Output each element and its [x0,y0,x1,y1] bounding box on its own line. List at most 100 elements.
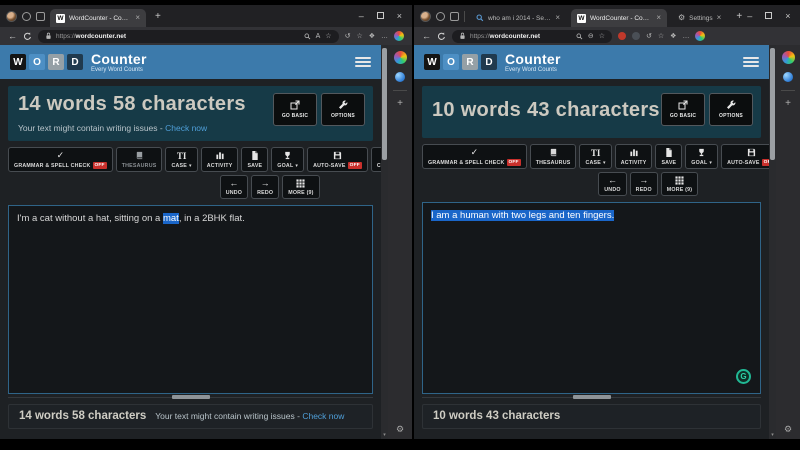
go-basic-button[interactable]: GO BASIC [661,93,705,126]
redo-button[interactable]: → REDO [251,175,279,199]
options-button[interactable]: OPTIONS [709,93,753,126]
menu-hamburger-icon[interactable] [355,57,371,67]
settings-menu-icon[interactable]: … [381,33,388,40]
text-editor[interactable]: I'm a cat without a hat, sitting on a ma… [8,205,373,394]
grammarly-icon[interactable]: G [736,369,751,384]
activity-button[interactable]: ACTIVITY [615,144,653,169]
close-tab-icon[interactable]: × [135,14,140,22]
activity-button[interactable]: ACTIVITY [201,147,239,172]
more-button[interactable]: MORE (9) [661,172,698,196]
sidebar-settings-gear-icon[interactable]: ⚙ [784,425,792,434]
save-button[interactable]: SAVE [241,147,268,172]
undo-button[interactable]: ← UNDO [598,172,626,196]
close-tab-icon[interactable]: × [656,14,661,22]
maximize-button[interactable] [377,12,384,21]
tab-actions-icon[interactable] [36,12,45,21]
goal-button[interactable]: GOAL▾ [685,144,718,169]
new-tab-button[interactable]: + [736,11,742,22]
options-button[interactable]: OPTIONS [321,93,365,126]
thesaurus-button[interactable]: THESAURUS [530,144,577,169]
check-now-link[interactable]: Check now [165,123,207,133]
back-icon[interactable]: ← [422,32,431,41]
favorite-star-icon[interactable]: ☆ [599,33,605,40]
site-logo[interactable]: Counter Every Word Counts [505,52,561,73]
goal-button[interactable]: GOAL▾ [271,147,304,172]
profile-avatar-icon[interactable] [6,11,17,22]
close-tab-icon[interactable]: × [555,14,560,22]
refresh-icon[interactable] [437,32,446,41]
page-scrollbar[interactable]: ▾ [769,45,776,439]
close-window-button[interactable]: × [397,12,402,21]
undo-button[interactable]: ← UNDO [220,175,248,199]
favorite-star-icon[interactable]: ☆ [325,33,331,40]
tab-search[interactable]: who am i 2014 - Search × [470,9,566,27]
tab-actions-icon[interactable] [450,12,459,21]
close-window-button[interactable]: × [785,12,790,21]
back-icon[interactable]: ← [8,32,17,41]
settings-menu-icon[interactable]: … [682,33,689,40]
thesaurus-button[interactable]: THESAURUS [116,147,163,172]
resize-handle[interactable] [573,395,611,399]
workspaces-icon[interactable] [22,12,31,21]
zoom-out-icon[interactable]: ⊖ [588,33,594,40]
favorites-icon[interactable]: ☆ [658,33,664,40]
extension-icon[interactable] [632,32,640,40]
menu-hamburger-icon[interactable] [743,57,759,67]
floppy-disk-icon [747,147,756,157]
minimize-button[interactable]: – [747,12,752,21]
page-scrollbar[interactable]: ▾ [381,45,388,439]
browser-essentials-icon[interactable]: ↺ [345,33,351,40]
new-tab-button[interactable]: + [155,11,161,22]
tab-wordcounter[interactable]: W WordCounter - Count Words & C × [50,9,146,27]
zoom-icon[interactable] [304,33,311,40]
grammar-spell-check-button[interactable]: ✓ GRAMMAR & SPELL CHECKOFF [422,144,527,169]
read-aloud-icon[interactable]: A [316,33,321,40]
go-basic-button[interactable]: GO BASIC [273,93,317,126]
profile-avatar-icon[interactable] [420,11,431,22]
scrollbar-thumb[interactable] [382,48,387,160]
redo-button[interactable]: → REDO [630,172,658,196]
browser-essentials-icon[interactable]: ↺ [646,33,652,40]
copilot-icon[interactable] [395,72,405,82]
minimize-button[interactable]: – [359,12,364,21]
address-bar[interactable]: https://wordcounter.net A ☆ [38,30,339,43]
more-button[interactable]: MORE (9) [282,175,319,199]
scrollbar-thumb[interactable] [770,48,775,160]
extension-adblock-icon[interactable] [618,32,626,40]
save-button[interactable]: SAVE [655,144,682,169]
zoom-icon[interactable] [576,33,583,40]
sidebar-settings-gear-icon[interactable]: ⚙ [396,425,404,434]
workspaces-icon[interactable] [436,12,445,21]
copilot-icon[interactable] [783,72,793,82]
favorites-icon[interactable]: ☆ [356,33,362,40]
tab-wordcounter[interactable]: W WordCounter - Count Wo × [571,9,667,27]
case-button[interactable]: TI CASE▾ [165,147,197,172]
site-logo[interactable]: Counter Every Word Counts [91,52,147,73]
tab-settings[interactable]: ⚙ Settings × [672,9,727,27]
grid-icon [296,178,305,188]
collections-icon[interactable]: ❖ [670,33,676,40]
maximize-button[interactable] [765,12,772,21]
text-editor[interactable]: I am a human with two legs and ten finge… [422,202,761,394]
sidebar-add-icon[interactable]: + [785,99,791,109]
check-now-link[interactable]: Check now [302,411,344,421]
resize-handle[interactable] [172,395,210,399]
auto-save-button[interactable]: AUTO-SAVEOFF [307,147,368,172]
address-bar[interactable]: https://wordcounter.net ⊖ ☆ [452,30,612,43]
sidebar-profile-icon[interactable] [394,51,407,64]
scroll-down-arrow-icon[interactable]: ▾ [769,433,776,438]
auto-save-button[interactable]: AUTO-SAVEOFF [721,144,769,169]
refresh-icon[interactable] [23,32,32,41]
sidebar-profile-icon[interactable] [782,51,795,64]
clear-button[interactable]: CLEAR [371,147,381,172]
footer-counter-bar: 10 words 43 characters [422,404,761,429]
logo-name: Counter [91,52,147,66]
case-button[interactable]: TI CASE▾ [579,144,611,169]
sidebar-add-icon[interactable]: + [397,99,403,109]
grammar-spell-check-button[interactable]: ✓ GRAMMAR & SPELL CHECKOFF [8,147,113,172]
collections-icon[interactable]: ❖ [369,33,375,40]
close-tab-icon[interactable]: × [717,14,722,22]
scroll-down-arrow-icon[interactable]: ▾ [381,433,388,438]
edge-profile-icon[interactable] [695,31,705,41]
edge-profile-icon[interactable] [394,31,404,41]
